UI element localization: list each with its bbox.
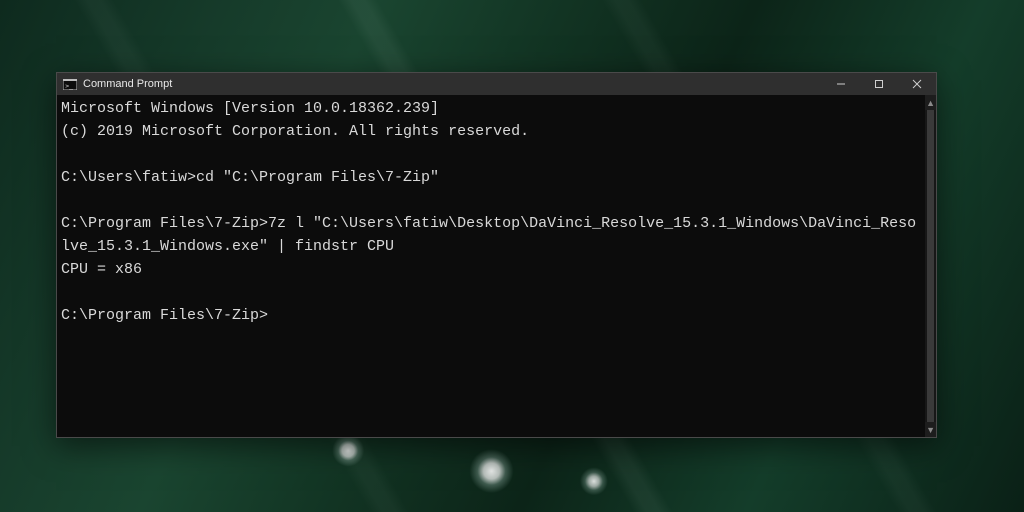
command-prompt-window: >_ Command Prompt Microsoft Windows [Ver… [56, 72, 937, 438]
cmd-icon: >_ [63, 79, 77, 90]
maximize-button[interactable] [860, 73, 898, 95]
window-client-area: Microsoft Windows [Version 10.0.18362.23… [57, 95, 936, 437]
window-title: Command Prompt [83, 78, 172, 90]
scroll-up-button[interactable]: ▲ [925, 95, 936, 110]
desktop-wallpaper: >_ Command Prompt Microsoft Windows [Ver… [0, 0, 1024, 512]
titlebar[interactable]: >_ Command Prompt [57, 73, 936, 95]
scrollbar-thumb[interactable] [927, 110, 934, 422]
close-button[interactable] [898, 73, 936, 95]
terminal-output[interactable]: Microsoft Windows [Version 10.0.18362.23… [57, 95, 925, 437]
vertical-scrollbar[interactable]: ▲ ▼ [925, 95, 936, 437]
scroll-down-button[interactable]: ▼ [925, 422, 936, 437]
svg-text:>_: >_ [65, 82, 73, 90]
minimize-button[interactable] [822, 73, 860, 95]
